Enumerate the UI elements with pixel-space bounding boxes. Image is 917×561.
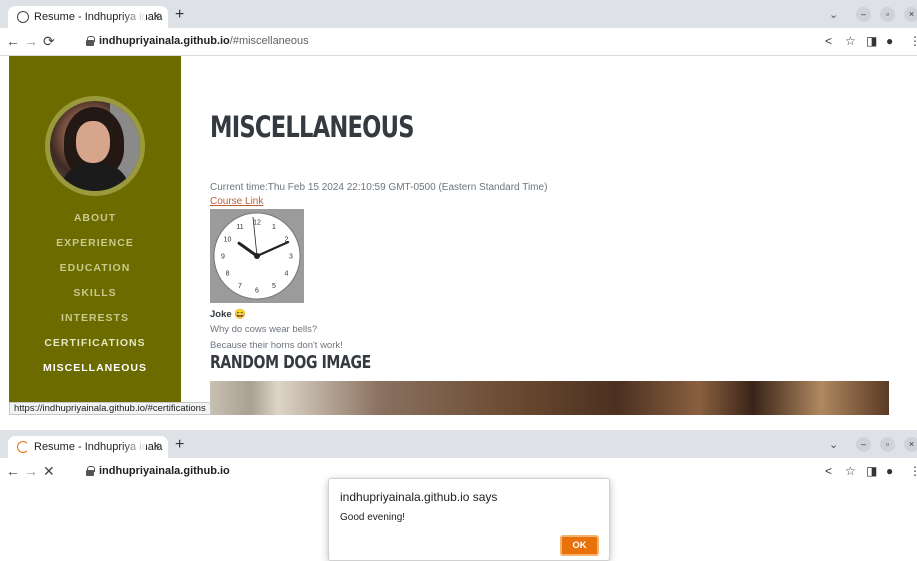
lock-icon[interactable] [86,466,95,476]
tab-close-button[interactable]: × [153,9,160,23]
ok-button[interactable]: OK [560,535,599,556]
maximize-button[interactable]: ▫ [880,7,895,22]
clock-number: 3 [289,254,293,261]
sidebar-item-experience[interactable]: EXPERIENCE [9,231,181,256]
clock-number: 7 [238,283,242,290]
sidebar-item-certifications[interactable]: CERTIFICATIONS [9,331,181,356]
maximize-button[interactable]: ▫ [880,437,895,452]
sidebar-item-interests[interactable]: INTERESTS [9,306,181,331]
clock-number: 10 [224,237,232,244]
tab-close-button[interactable]: × [153,439,160,453]
browser-window-alert: Resume - Indhupriya inala × + ⌄ – ▫ × ← … [0,430,917,561]
dialog-message: Good evening! [340,512,406,523]
share-icon[interactable]: < [825,464,832,478]
alert-dialog: indhupriyainala.github.io says Good even… [328,478,610,561]
clock-number: 12 [253,220,261,227]
back-arrow-icon[interactable]: ← [6,463,20,479]
tab-search-icon[interactable]: ⌄ [829,8,838,21]
tab-strip: Resume - Indhupriya inala × + ⌄ – ▫ × [0,430,917,458]
minimize-button[interactable]: – [856,7,871,22]
url-host: indhupriyainala.github.io [99,465,230,477]
joke-title: Joke 😄 [210,309,247,320]
joke-answer: Because their horns don't work! [210,340,343,351]
url-host: indhupriyainala.github.io [99,35,230,47]
sidebar-item-about[interactable]: ABOUT [9,206,181,231]
page-title: MISCELLANEOUS [210,110,415,144]
tab-resume[interactable]: Resume - Indhupriya inala × [8,436,168,458]
sidebar-icon[interactable]: ◨ [866,464,877,478]
globe-icon [17,11,29,23]
status-bar-url: https://indhupriyainala.github.io/#certi… [9,402,211,415]
dialog-title: indhupriyainala.github.io says [340,490,498,504]
window-separator [0,415,917,430]
profile-icon[interactable]: ● [886,464,893,478]
course-link[interactable]: Course Link [210,196,263,207]
sidebar-item-miscellaneous[interactable]: MISCELLANEOUS [9,356,181,381]
star-icon[interactable]: ☆ [845,34,856,48]
browser-window-main: Resume - Indhupriya inala × + ⌄ – ▫ × ← … [0,0,917,415]
profile-icon[interactable]: ● [886,34,893,48]
page-content: ABOUT EXPERIENCE EDUCATION SKILLS INTERE… [0,56,917,415]
current-time: Current time:Thu Feb 15 2024 22:10:59 GM… [210,182,548,193]
avatar [45,96,145,196]
back-arrow-icon[interactable]: ← [6,33,20,49]
menu-dots-icon[interactable]: ⋮ [909,34,917,48]
clock-number: 1 [272,224,276,231]
joke-question: Why do cows wear bells? [210,324,318,335]
stop-icon[interactable]: ✕ [43,463,55,480]
clock-number: 6 [255,288,259,295]
sidebar-icon[interactable]: ◨ [866,34,877,48]
dog-heading: RANDOM DOG IMAGE [210,352,371,373]
share-icon[interactable]: < [825,34,832,48]
clock-number: 5 [272,283,276,290]
close-window-button[interactable]: × [904,7,917,22]
clock-number: 11 [236,224,243,231]
tab-search-icon[interactable]: ⌄ [829,438,838,451]
close-window-button[interactable]: × [904,437,917,452]
minimize-button[interactable]: – [856,437,871,452]
tab-strip: Resume - Indhupriya inala × + ⌄ – ▫ × [0,0,917,28]
reload-icon[interactable]: ⟳ [43,33,55,50]
forward-arrow-icon[interactable]: → [24,33,38,49]
loading-spinner-icon [17,441,29,453]
tab-resume[interactable]: Resume - Indhupriya inala × [8,6,168,28]
clock-number: 8 [226,271,230,278]
sidebar-item-skills[interactable]: SKILLS [9,281,181,306]
sidebar-nav: ABOUT EXPERIENCE EDUCATION SKILLS INTERE… [9,56,181,415]
sidebar-item-education[interactable]: EDUCATION [9,256,181,281]
clock-number: 9 [221,254,225,261]
address-bar[interactable]: indhupriyainala.github.io/#miscellaneous [83,32,908,52]
sidebar-menu: ABOUT EXPERIENCE EDUCATION SKILLS INTERE… [9,206,181,381]
clock-number: 4 [284,271,288,278]
url-path: /#miscellaneous [229,35,309,47]
new-tab-button[interactable]: + [175,436,184,454]
forward-arrow-icon[interactable]: → [24,463,38,479]
random-dog-image [210,381,889,415]
browser-toolbar: ← → ⟳ indhupriyainala.github.io/#miscell… [0,28,917,56]
analog-clock: 12 1 2 3 4 5 6 7 8 9 10 11 [210,209,304,303]
new-tab-button[interactable]: + [175,6,184,24]
star-icon[interactable]: ☆ [845,464,856,478]
lock-icon[interactable] [86,36,95,46]
menu-dots-icon[interactable]: ⋮ [909,464,917,478]
